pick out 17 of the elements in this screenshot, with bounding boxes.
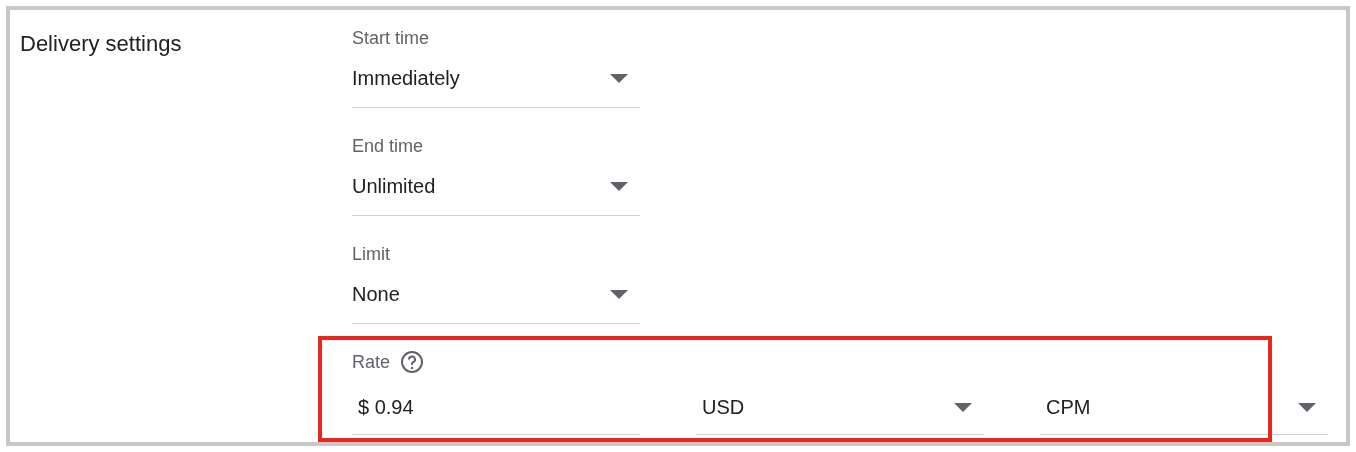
dropdown-field[interactable]: Immediately — [352, 50, 640, 108]
amount-field[interactable]: $ 0.94 — [352, 374, 640, 435]
field-label: Start time — [352, 27, 431, 50]
rate-type-dropdown[interactable]: CPM — [1040, 374, 1328, 435]
caret-icon — [954, 402, 972, 412]
field-label: Rate — [352, 351, 391, 374]
caret-icon — [610, 74, 628, 83]
caret-icon — [1298, 402, 1316, 412]
currency-dropdown[interactable]: USD — [696, 374, 984, 435]
field-label: Limit — [352, 243, 391, 266]
dropdown-field[interactable]: None — [352, 266, 640, 324]
field-label: End time — [352, 135, 425, 158]
help-icon[interactable] — [400, 350, 425, 374]
section-title: Delivery settings — [20, 31, 182, 56]
caret-icon — [610, 290, 628, 299]
dropdown-field[interactable]: Unlimited — [352, 158, 640, 216]
caret-icon — [610, 182, 628, 191]
